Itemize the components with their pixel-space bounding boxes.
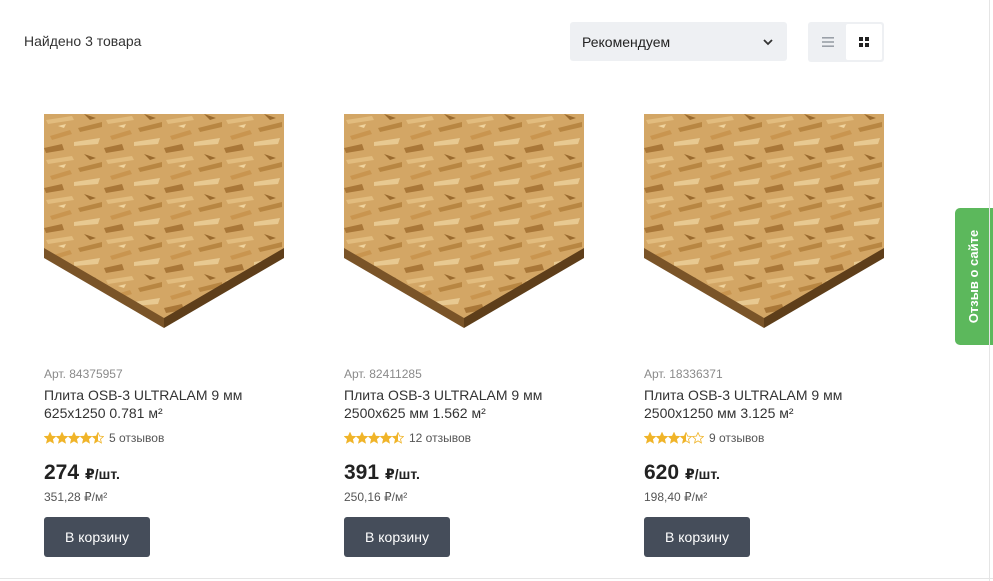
- price-value: 274: [44, 461, 80, 484]
- star-icon: [356, 432, 368, 444]
- divider: [0, 578, 993, 579]
- price-per-m2: 198,40 ₽/м²: [644, 490, 708, 504]
- product-sku: Арт. 18336371: [644, 367, 723, 381]
- star-icon: [380, 432, 392, 444]
- rating-stars: [344, 432, 404, 444]
- scrollbar-edge: [989, 0, 990, 581]
- star-icon: [392, 432, 404, 444]
- price-per-m2: 250,16 ₽/м²: [344, 490, 408, 504]
- star-icon: [656, 432, 668, 444]
- grid-view-icon: [859, 37, 869, 47]
- star-icon: [92, 432, 104, 444]
- price-per-m2: 351,28 ₽/м²: [44, 490, 108, 504]
- product-rating: 12 отзывов: [344, 431, 471, 445]
- star-icon: [56, 432, 68, 444]
- add-to-cart-button[interactable]: В корзину: [44, 517, 150, 557]
- star-icon: [344, 432, 356, 444]
- product-rating: 9 отзывов: [644, 431, 764, 445]
- product-price: 620 ₽/шт.: [644, 461, 720, 485]
- site-feedback-tab[interactable]: Отзыв о сайте: [955, 208, 993, 345]
- product-sku: Арт. 82411285: [344, 367, 422, 381]
- star-icon: [692, 432, 704, 444]
- product-title[interactable]: Плита OSB-3 ULTRALAM 9 мм 2500x625 мм 1.…: [344, 386, 584, 422]
- star-icon: [80, 432, 92, 444]
- add-to-cart-button[interactable]: В корзину: [644, 517, 750, 557]
- add-to-cart-button[interactable]: В корзину: [344, 517, 450, 557]
- reviews-link[interactable]: 5 отзывов: [109, 431, 164, 445]
- price-unit: ₽/шт.: [385, 466, 420, 482]
- price-value: 391: [344, 461, 380, 484]
- reviews-link[interactable]: 12 отзывов: [409, 431, 471, 445]
- sort-selected-label: Рекомендуем: [582, 33, 671, 50]
- star-icon: [668, 432, 680, 444]
- price-unit: ₽/шт.: [685, 466, 720, 482]
- feedback-label: Отзыв о сайте: [966, 229, 982, 324]
- star-icon: [44, 432, 56, 444]
- product-image[interactable]: [44, 114, 284, 328]
- rating-stars: [44, 432, 104, 444]
- star-icon: [644, 432, 656, 444]
- product-title[interactable]: Плита OSB-3 ULTRALAM 9 мм 2500x1250 мм 3…: [644, 386, 884, 422]
- sort-select[interactable]: Рекомендуем: [570, 22, 787, 61]
- star-icon: [368, 432, 380, 444]
- product-rating: 5 отзывов: [44, 431, 164, 445]
- product-sku: Арт. 84375957: [44, 367, 123, 381]
- product-title[interactable]: Плита OSB-3 ULTRALAM 9 мм 625x1250 0.781…: [44, 386, 284, 422]
- view-toggle: [808, 22, 884, 62]
- list-view-button[interactable]: [810, 24, 846, 60]
- product-card: Арт. 82411285 Плита OSB-3 ULTRALAM 9 мм …: [344, 114, 584, 557]
- product-price: 274 ₽/шт.: [44, 461, 120, 485]
- chevron-down-icon: [763, 38, 773, 45]
- rating-stars: [644, 432, 704, 444]
- product-card: Арт. 84375957 Плита OSB-3 ULTRALAM 9 мм …: [44, 114, 284, 557]
- product-price: 391 ₽/шт.: [344, 461, 420, 485]
- price-value: 620: [644, 461, 680, 484]
- star-icon: [680, 432, 692, 444]
- reviews-link[interactable]: 9 отзывов: [709, 431, 764, 445]
- product-image[interactable]: [644, 114, 884, 328]
- price-unit: ₽/шт.: [85, 466, 120, 482]
- product-card: Арт. 18336371 Плита OSB-3 ULTRALAM 9 мм …: [644, 114, 884, 557]
- results-count: Найдено 3 товара: [24, 33, 142, 49]
- product-image[interactable]: [344, 114, 584, 328]
- list-view-icon: [822, 37, 834, 47]
- grid-view-button[interactable]: [846, 24, 882, 60]
- star-icon: [68, 432, 80, 444]
